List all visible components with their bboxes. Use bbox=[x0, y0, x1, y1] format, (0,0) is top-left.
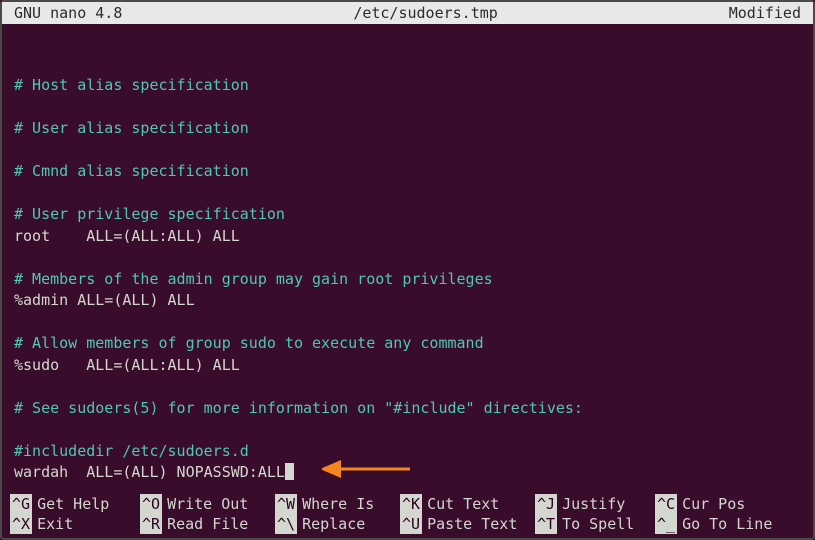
shortcut-write-out[interactable]: ^OWrite Out bbox=[140, 494, 275, 514]
modified-status: Modified bbox=[729, 4, 801, 22]
file-path: /etc/sudoers.tmp bbox=[122, 4, 728, 22]
shortcut-cur-pos[interactable]: ^CCur Pos bbox=[655, 494, 795, 514]
shortcuts-row-1: ^GGet Help ^OWrite Out ^WWhere Is ^KCut … bbox=[10, 494, 805, 514]
title-bar: GNU nano 4.8 /etc/sudoers.tmp Modified bbox=[2, 2, 813, 24]
editor-name: GNU nano 4.8 bbox=[14, 4, 122, 22]
shortcut-paste-text[interactable]: ^UPaste Text bbox=[400, 514, 535, 534]
shortcut-cut-text[interactable]: ^KCut Text bbox=[400, 494, 535, 514]
shortcuts-bar: ^GGet Help ^OWrite Out ^WWhere Is ^KCut … bbox=[2, 494, 813, 534]
file-line: # Members of the admin group may gain ro… bbox=[14, 270, 493, 288]
file-line: # User alias specification bbox=[14, 119, 249, 137]
shortcut-replace[interactable]: ^\Replace bbox=[275, 514, 400, 534]
file-line: %sudo ALL=(ALL:ALL) ALL bbox=[14, 356, 240, 374]
shortcuts-row-2: ^XExit ^RRead File ^\Replace ^UPaste Tex… bbox=[10, 514, 805, 534]
editor-content[interactable]: # Host alias specification # User alias … bbox=[2, 24, 813, 484]
shortcut-to-spell[interactable]: ^TTo Spell bbox=[535, 514, 655, 534]
file-line: root ALL=(ALL:ALL) ALL bbox=[14, 227, 240, 245]
file-line: # Allow members of group sudo to execute… bbox=[14, 334, 484, 352]
shortcut-exit[interactable]: ^XExit bbox=[10, 514, 140, 534]
text-cursor bbox=[285, 463, 294, 480]
shortcut-go-to-line[interactable]: ^_Go To Line bbox=[655, 514, 795, 534]
file-line: # Cmnd alias specification bbox=[14, 162, 249, 180]
shortcut-get-help[interactable]: ^GGet Help bbox=[10, 494, 140, 514]
file-line: # User privilege specification bbox=[14, 205, 285, 223]
file-line: wardah ALL=(ALL) NOPASSWD:ALL bbox=[14, 463, 285, 481]
shortcut-where-is[interactable]: ^WWhere Is bbox=[275, 494, 400, 514]
file-line: # Host alias specification bbox=[14, 76, 249, 94]
shortcut-read-file[interactable]: ^RRead File bbox=[140, 514, 275, 534]
file-line: %admin ALL=(ALL) ALL bbox=[14, 291, 195, 309]
file-line: # See sudoers(5) for more information on… bbox=[14, 399, 583, 417]
file-line: #includedir /etc/sudoers.d bbox=[14, 442, 249, 460]
shortcut-justify[interactable]: ^JJustify bbox=[535, 494, 655, 514]
